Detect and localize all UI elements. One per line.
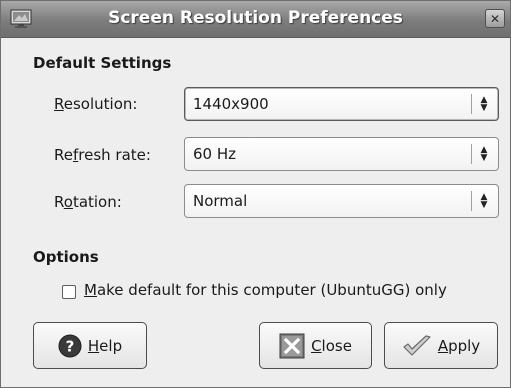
help-button-label: Help (87, 336, 123, 355)
close-button[interactable]: Close (259, 322, 372, 369)
window-title: Screen Resolution Preferences (108, 8, 403, 28)
resolution-label: Resolution: (54, 95, 138, 113)
up-down-arrows-icon: ▲ ▼ (480, 95, 488, 113)
apply-button[interactable]: Apply (384, 322, 498, 369)
combo-separator (471, 94, 472, 114)
default-settings-heading: Default Settings (33, 54, 172, 72)
apply-button-label: Apply (437, 336, 481, 355)
rotation-label: Rotation: (54, 193, 122, 211)
make-default-checkbox[interactable] (62, 285, 76, 299)
close-button-label: Close (311, 336, 352, 355)
title-bar[interactable]: Screen Resolution Preferences ✕ (1, 1, 510, 38)
refresh-rate-combo[interactable]: 60 Hz ▲ ▼ (184, 137, 499, 171)
close-icon (279, 333, 305, 359)
up-down-arrows-icon: ▲ ▼ (480, 145, 488, 163)
close-x-icon: ✕ (489, 11, 501, 26)
window-close-button[interactable]: ✕ (485, 9, 505, 28)
rotation-combo[interactable]: Normal ▲ ▼ (184, 184, 499, 218)
up-down-arrows-icon: ▲ ▼ (480, 192, 488, 210)
combo-separator (471, 144, 472, 164)
resolution-value: 1440x900 (193, 95, 269, 113)
refresh-rate-label: Refresh rate: (54, 146, 151, 164)
svg-text:?: ? (66, 337, 75, 355)
help-icon: ? (58, 334, 82, 358)
options-heading: Options (33, 248, 99, 266)
resolution-combo[interactable]: 1440x900 ▲ ▼ (184, 87, 499, 121)
combo-separator (471, 191, 472, 211)
screen-resolution-dialog: Screen Resolution Preferences ✕ Default … (0, 0, 511, 388)
rotation-value: Normal (193, 192, 248, 210)
make-default-label[interactable]: Make default for this computer (UbuntuGG… (84, 281, 447, 299)
help-button[interactable]: ? Help (33, 322, 147, 369)
checkmark-icon (402, 334, 432, 358)
refresh-rate-value: 60 Hz (193, 145, 237, 163)
